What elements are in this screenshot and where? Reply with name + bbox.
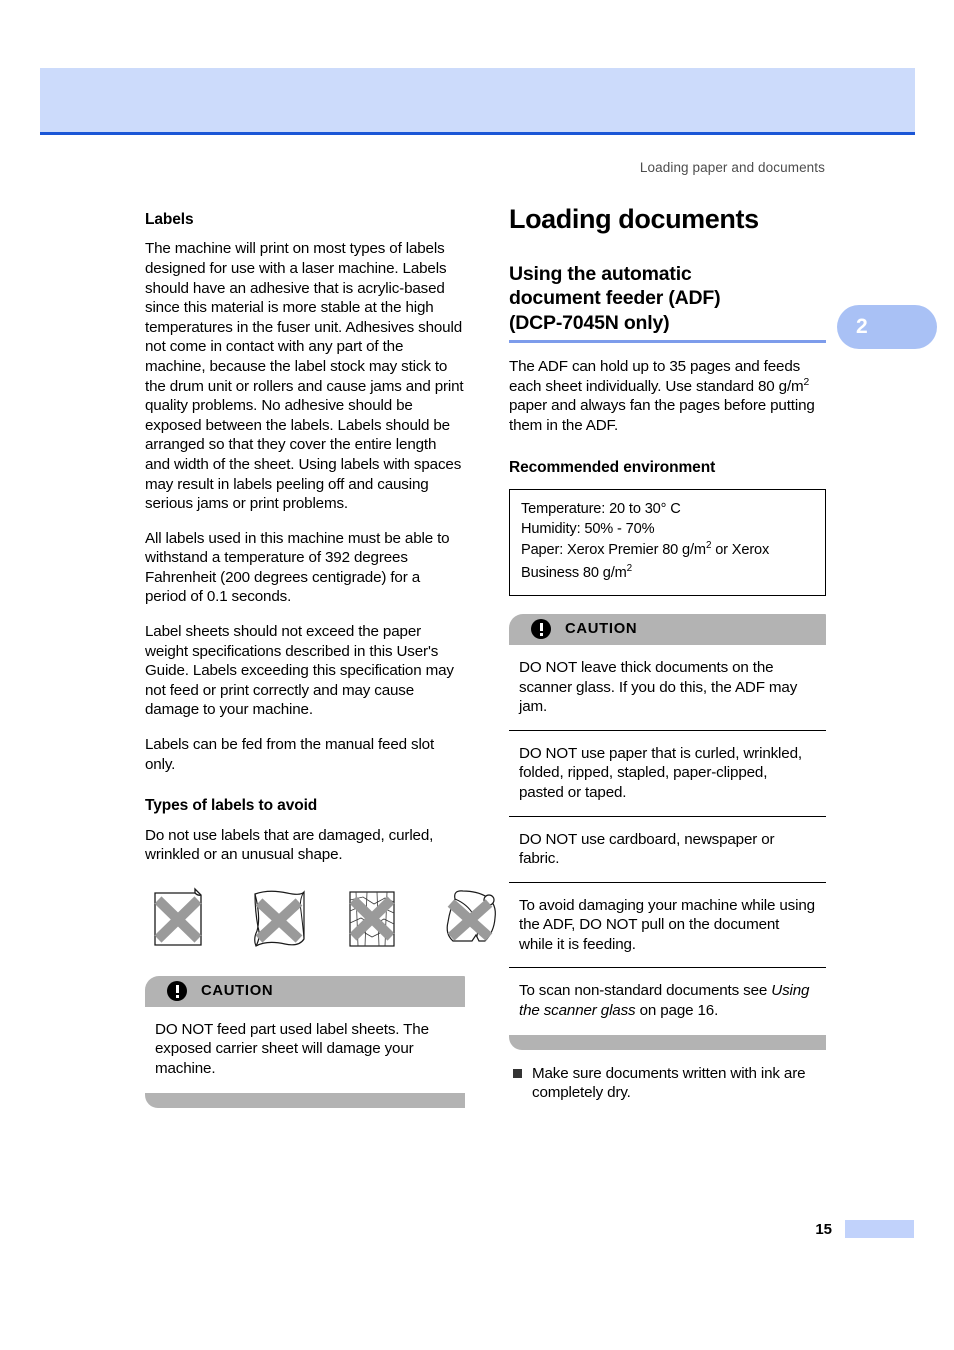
label-sheet-unusual-shape-icon: [439, 887, 504, 951]
adf-intro-line-1: The ADF can hold up to 35 pages and feed…: [509, 358, 801, 376]
env-paper: Paper: Xerox Premier 80 g/m2 or Xerox: [521, 539, 814, 562]
caution-header: CAUTION: [145, 975, 465, 1007]
caution-item-pre: To scan non-standard documents see: [519, 982, 772, 1000]
caution-body: DO NOT feed part used label sheets. The …: [145, 1007, 465, 1091]
page-number: 15: [815, 1220, 832, 1238]
env-temperature: Temperature: 20 to 30° C: [521, 500, 681, 517]
caution-footer-bar: [509, 1034, 826, 1050]
caution-item: DO NOT feed part used label sheets. The …: [155, 1020, 429, 1077]
section-title-line-2: document feeder (ADF): [509, 287, 721, 310]
chapter-badge: 2: [837, 305, 937, 349]
caution-item: DO NOT leave thick documents on the scan…: [509, 645, 826, 731]
env-paper-post: or Xerox: [711, 541, 770, 558]
section-title: Using the automatic document feeder (ADF…: [509, 262, 826, 344]
types-to-avoid-text: Do not use labels that are damaged, curl…: [145, 826, 434, 864]
page-footer: 15: [815, 1220, 914, 1238]
page-footer-swatch: [845, 1220, 914, 1238]
caution-item: DO NOT use cardboard, newspaper or fabri…: [509, 817, 826, 883]
chapter-number: 2: [856, 315, 868, 338]
left-caution-box: CAUTION DO NOT feed part used label shee…: [145, 975, 465, 1108]
caution-item: To avoid damaging your machine while usi…: [509, 883, 826, 969]
env-paper-pre: Paper: Xerox Premier 80 g/m: [521, 541, 706, 558]
label-sheet-wrinkled-icon: [343, 887, 408, 951]
caution-item: DO NOT use paper that is curled, wrinkle…: [509, 731, 826, 817]
bullet-note: Make sure documents written with ink are…: [509, 1064, 826, 1103]
section-title-line-1: Using the automatic: [509, 262, 692, 285]
caution-label: CAUTION: [201, 983, 274, 1000]
label-sheet-curled-corner-icon: [151, 887, 216, 951]
adf-intro-line-2: each sheet individually. Use standard: [509, 377, 754, 395]
caution-item-post: on page 16.: [635, 1002, 719, 1020]
running-header: Loading paper and documents: [639, 160, 825, 175]
env-business: Business 80 g/m2: [521, 562, 814, 585]
caution-footer-bar: [145, 1092, 465, 1108]
labels-paragraph-1: The machine will print on most types of …: [145, 240, 464, 513]
caution-exclamation-icon: [531, 619, 551, 640]
caution-exclamation-icon: [167, 981, 187, 1002]
label-avoid-figures: [145, 887, 496, 951]
bullet-note-text: Make sure documents written with ink are…: [532, 1064, 806, 1102]
adf-intro-paragraph: The ADF can hold up to 35 pages and feed…: [509, 357, 826, 435]
right-caution-box: CAUTION DO NOT leave thick documents on …: [509, 613, 826, 1050]
bullet-square-icon: [513, 1068, 522, 1078]
page-title: Loading documents: [509, 204, 759, 234]
labels-heading: Labels: [145, 211, 194, 228]
labels-paragraph-3: Label sheets should not exceed the paper…: [145, 623, 454, 719]
caution-body: DO NOT leave thick documents on the scan…: [509, 645, 826, 1033]
section-title-line-3: (DCP-7045N only): [509, 311, 670, 334]
env-humidity: Humidity: 50% - 70%: [521, 520, 655, 537]
adf-intro-line-3-post: paper and always fan the pages: [509, 397, 720, 415]
right-column: Loading documents Using the automatic do…: [509, 204, 826, 1103]
caution-label: CAUTION: [565, 621, 638, 638]
env-business-superscript: 2: [626, 563, 633, 575]
caution-item: To scan non-standard documents see Using…: [509, 968, 826, 1032]
labels-paragraph-4: Labels can be fed from the manual feed s…: [145, 736, 435, 773]
label-sheet-curled-icon: [247, 887, 312, 951]
types-to-avoid-heading: Types of labels to avoid: [145, 797, 318, 815]
adf-intro-superscript: 2: [803, 376, 810, 388]
labels-paragraph-2: All labels used in this machine must be …: [145, 529, 450, 606]
recommended-environment-heading: Recommended environment: [509, 458, 716, 476]
caution-header: CAUTION: [509, 613, 826, 645]
left-column: Labels The machine will print on most ty…: [145, 210, 496, 1108]
env-business-pre: Business 80 g/m: [521, 564, 627, 581]
adf-intro-line-3-pre: 80 g/m: [758, 377, 804, 395]
recommended-environment-box: Temperature: 20 to 30° C Humidity: 50% -…: [509, 488, 826, 596]
page-top-banner: [40, 68, 915, 135]
